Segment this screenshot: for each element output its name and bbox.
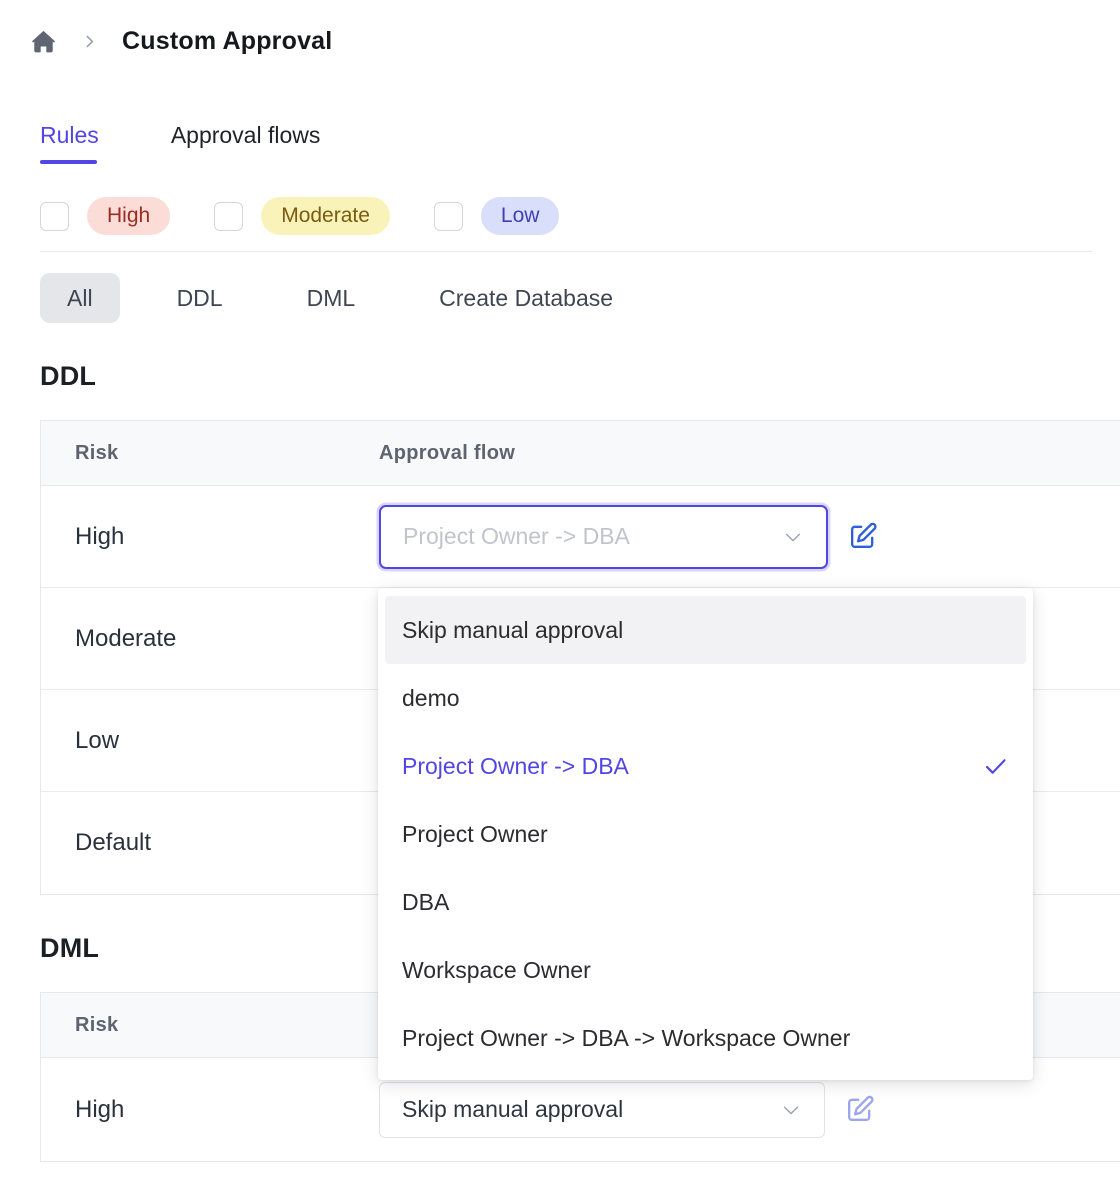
table-row-ddl-high: High Project Owner -> DBA [41, 486, 1120, 588]
tab-bar: Rules Approval flows [40, 122, 1120, 164]
low-risk-badge[interactable]: Low [481, 197, 560, 235]
dropdown-option-demo[interactable]: demo [385, 664, 1026, 732]
edit-flow-button[interactable] [846, 521, 878, 553]
breadcrumb: Custom Approval [0, 0, 1120, 56]
risk-label: Moderate [41, 625, 379, 653]
risk-filter-row: High Moderate Low [40, 197, 1120, 235]
risk-filter-low: Low [434, 197, 560, 235]
column-header-approval-flow: Approval flow [379, 442, 1120, 465]
section-divider [40, 251, 1092, 252]
check-icon [982, 753, 1009, 780]
risk-label: High [41, 1096, 379, 1124]
dml-high-approval-flow-select[interactable]: Skip manual approval [379, 1082, 825, 1138]
moderate-risk-checkbox[interactable] [214, 202, 243, 231]
edit-pencil-square-icon [844, 1094, 875, 1125]
edit-flow-button[interactable] [843, 1094, 875, 1126]
tab-approval-flows-label: Approval flows [171, 122, 321, 148]
dropdown-option-dba[interactable]: DBA [385, 868, 1026, 936]
dropdown-option-workspace-owner[interactable]: Workspace Owner [385, 936, 1026, 1004]
filter-ddl-button[interactable]: DDL [150, 273, 250, 323]
category-filter-row: All DDL DML Create Database [40, 273, 1120, 323]
approval-flow-dropdown: Skip manual approval demo Project Owner … [378, 588, 1033, 1080]
tab-approval-flows[interactable]: Approval flows [171, 122, 321, 164]
filter-dml-button[interactable]: DML [280, 273, 383, 323]
column-header-risk: Risk [41, 442, 379, 465]
edit-pencil-square-icon [847, 521, 878, 552]
risk-label: Default [41, 829, 379, 857]
ddl-high-approval-flow-select[interactable]: Project Owner -> DBA [379, 505, 828, 569]
selected-flow-value: Skip manual approval [380, 1096, 623, 1123]
ddl-section-title: DDL [40, 361, 1120, 392]
low-risk-checkbox[interactable] [434, 202, 463, 231]
tab-rules[interactable]: Rules [40, 122, 99, 164]
risk-filter-moderate: Moderate [214, 197, 390, 235]
dropdown-option-skip-manual-approval[interactable]: Skip manual approval [385, 596, 1026, 664]
dropdown-option-project-owner-dba[interactable]: Project Owner -> DBA [385, 732, 1026, 800]
high-risk-badge[interactable]: High [87, 197, 170, 235]
ddl-table-header: Risk Approval flow [41, 421, 1120, 486]
risk-label: High [41, 523, 379, 551]
page-title: Custom Approval [122, 27, 332, 56]
dropdown-option-project-owner[interactable]: Project Owner [385, 800, 1026, 868]
home-icon[interactable] [30, 28, 57, 55]
moderate-risk-badge[interactable]: Moderate [261, 197, 390, 235]
risk-label: Low [41, 727, 379, 755]
tab-rules-label: Rules [40, 122, 99, 148]
chevron-right-icon [81, 33, 98, 50]
selected-flow-value: Project Owner -> DBA [381, 523, 630, 550]
column-header-risk: Risk [41, 1014, 379, 1037]
chevron-down-icon [782, 526, 804, 548]
risk-filter-high: High [40, 197, 170, 235]
filter-all-button[interactable]: All [40, 273, 120, 323]
dropdown-option-project-owner-dba-workspace-owner[interactable]: Project Owner -> DBA -> Workspace Owner [385, 1004, 1026, 1072]
filter-create-database-button[interactable]: Create Database [412, 273, 640, 323]
high-risk-checkbox[interactable] [40, 202, 69, 231]
chevron-down-icon [780, 1099, 802, 1121]
